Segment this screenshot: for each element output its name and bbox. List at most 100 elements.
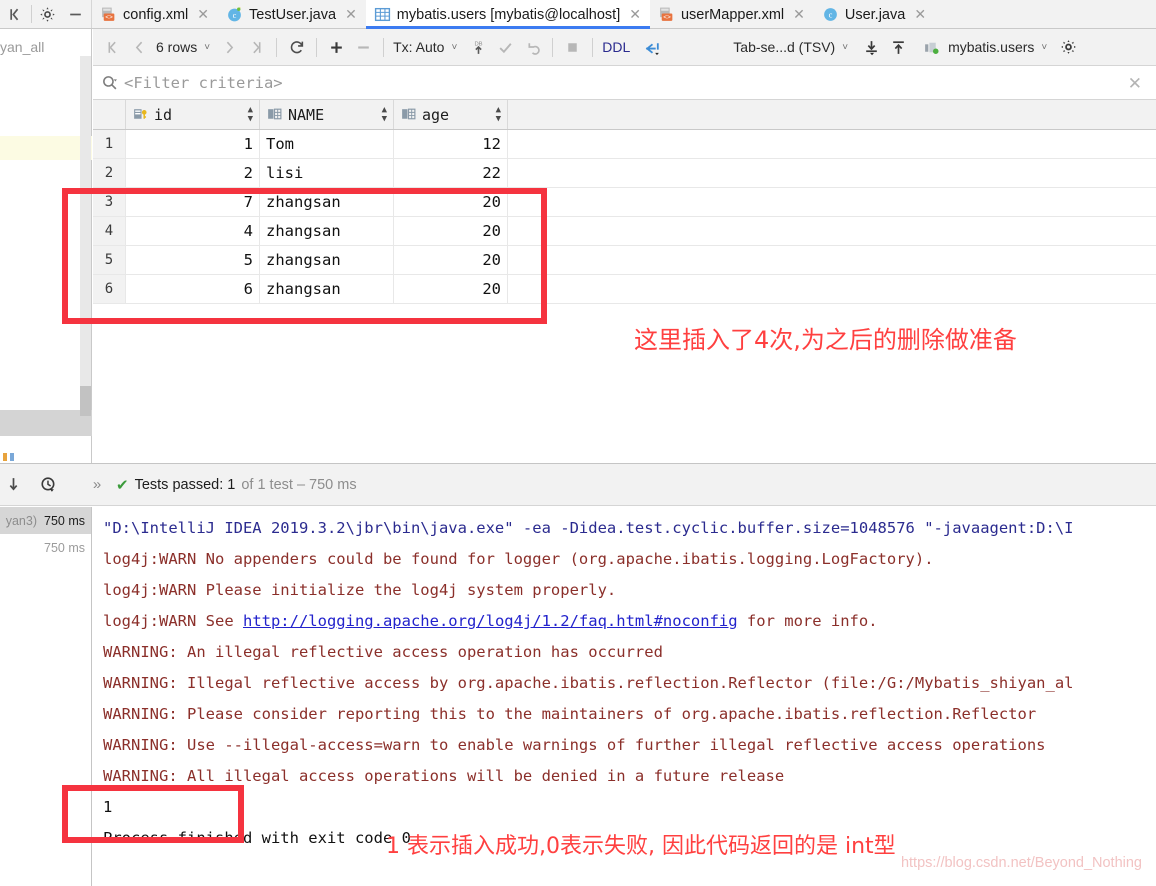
close-icon[interactable]: ✕ bbox=[345, 6, 357, 23]
refresh-icon[interactable] bbox=[283, 33, 310, 61]
minus-icon[interactable] bbox=[350, 33, 377, 61]
download-icon[interactable] bbox=[858, 33, 885, 61]
cell-age[interactable]: 12 bbox=[394, 130, 508, 158]
window-left-controls bbox=[0, 0, 92, 28]
editor-tabs: <> config.xml ✕ c TestUser.java ✕ mybati… bbox=[92, 0, 935, 29]
chevron-down-icon[interactable]: ˅ bbox=[204, 42, 210, 53]
schema-label[interactable]: mybatis.users bbox=[945, 39, 1037, 55]
annotation-box-rows bbox=[62, 188, 547, 324]
rerun-icon[interactable] bbox=[0, 471, 27, 499]
close-icon[interactable]: ✕ bbox=[629, 6, 641, 23]
cell-name[interactable]: lisi bbox=[260, 159, 394, 187]
sort-arrows-icon[interactable]: ▲ ▼ bbox=[248, 105, 253, 124]
row-count-label[interactable]: 6 rows bbox=[153, 39, 200, 55]
column-header-name[interactable]: NAME ▲ ▼ bbox=[260, 100, 394, 129]
console-line-prefix: log4j:WARN See bbox=[103, 612, 243, 630]
goto-icon[interactable] bbox=[639, 33, 666, 61]
cell-id[interactable]: 2 bbox=[126, 159, 260, 187]
divider bbox=[592, 37, 594, 57]
close-icon[interactable]: ✕ bbox=[793, 6, 805, 23]
close-icon[interactable]: ✕ bbox=[914, 6, 926, 23]
row-number: 1 bbox=[93, 130, 126, 158]
cell-age[interactable]: 22 bbox=[394, 159, 508, 187]
history-clock-icon[interactable] bbox=[35, 471, 62, 499]
filter-input-placeholder[interactable]: <Filter criteria> bbox=[124, 74, 283, 92]
commit-check-icon[interactable] bbox=[492, 33, 519, 61]
ddl-button[interactable]: DDL bbox=[599, 39, 633, 55]
chevron-down-icon[interactable]: ˅ bbox=[1041, 42, 1047, 53]
scrollbar-thumb[interactable] bbox=[80, 386, 91, 416]
divider bbox=[316, 37, 318, 57]
column-header-label: NAME bbox=[288, 105, 325, 124]
stop-icon[interactable] bbox=[559, 33, 586, 61]
plus-icon[interactable] bbox=[323, 33, 350, 61]
test-status: ✔ Tests passed: 1 of 1 test – 750 ms bbox=[116, 476, 357, 494]
next-page-button[interactable] bbox=[216, 33, 243, 61]
close-icon[interactable]: ✕ bbox=[197, 6, 209, 23]
column-header-label: id bbox=[154, 105, 173, 124]
db-upload-icon[interactable]: DB bbox=[465, 33, 492, 61]
console-line: WARNING: An illegal reflective access op… bbox=[103, 643, 663, 661]
grid-header-row: id ▲ ▼ NAME ▲ ▼ age ▲ ▼ bbox=[93, 100, 1156, 130]
table-row[interactable]: 1 1 Tom 12 bbox=[93, 130, 1156, 159]
status-mini-icons bbox=[3, 449, 17, 461]
column-icon bbox=[400, 106, 417, 123]
search-icon[interactable] bbox=[101, 74, 118, 91]
chevron-down-icon[interactable]: ˅ bbox=[451, 42, 457, 53]
rollback-icon[interactable] bbox=[519, 33, 546, 61]
editor-tab-usermapper-xml[interactable]: <> userMapper.xml ✕ bbox=[650, 0, 814, 29]
svg-text:<>: <> bbox=[105, 14, 113, 21]
collapse-icon[interactable] bbox=[2, 0, 30, 28]
editor-tab-mybatis-users[interactable]: mybatis.users [mybatis@localhost] ✕ bbox=[365, 0, 651, 29]
editor-tab-user-java[interactable]: c User.java ✕ bbox=[814, 0, 935, 29]
run-toolbar: » ✔ Tests passed: 1 of 1 test – 750 ms bbox=[0, 464, 1156, 506]
annotation-box-result bbox=[62, 785, 244, 843]
column-header-id[interactable]: id ▲ ▼ bbox=[126, 100, 260, 129]
chevrons-right-icon[interactable]: » bbox=[84, 471, 110, 499]
console-line: WARNING: Illegal reflective access by or… bbox=[103, 674, 1074, 692]
first-page-button[interactable] bbox=[99, 33, 126, 61]
console-line: "D:\IntelliJ IDEA 2019.3.2\jbr\bin\java.… bbox=[103, 519, 1074, 537]
prev-page-button[interactable] bbox=[126, 33, 153, 61]
log4j-faq-link[interactable]: http://logging.apache.org/log4j/1.2/faq.… bbox=[243, 612, 738, 630]
cell-name[interactable]: Tom bbox=[260, 130, 394, 158]
selected-row[interactable] bbox=[0, 410, 92, 436]
minimize-icon[interactable] bbox=[61, 0, 89, 28]
row-number-header bbox=[93, 100, 126, 129]
editor-tab-bar: <> config.xml ✕ c TestUser.java ✕ mybati… bbox=[0, 0, 1156, 29]
editor-tab-label: userMapper.xml bbox=[680, 6, 785, 23]
test-duration: 750 ms bbox=[44, 540, 85, 555]
editor-tab-config-xml[interactable]: <> config.xml ✕ bbox=[92, 0, 218, 29]
editor-tab-label: mybatis.users [mybatis@localhost] bbox=[396, 6, 621, 23]
check-green-icon: ✔ bbox=[116, 476, 129, 494]
chevron-down-icon[interactable]: ˅ bbox=[842, 42, 848, 53]
cell-id[interactable]: 1 bbox=[126, 130, 260, 158]
close-icon[interactable]: ✕ bbox=[1128, 74, 1142, 94]
test-tree-item[interactable]: yan3) 750 ms bbox=[0, 507, 91, 534]
highlighted-row[interactable] bbox=[0, 136, 92, 160]
column-icon bbox=[266, 106, 283, 123]
console-line-with-link: log4j:WARN See http://logging.apache.org… bbox=[103, 606, 1156, 637]
database-table-icon bbox=[374, 6, 391, 23]
output-format-label[interactable]: Tab-se...d (TSV) bbox=[730, 39, 838, 55]
column-header-age[interactable]: age ▲ ▼ bbox=[394, 100, 508, 129]
db-schema-icon[interactable] bbox=[918, 33, 945, 61]
upload-icon[interactable] bbox=[885, 33, 912, 61]
java-class-icon: c bbox=[226, 6, 243, 23]
sort-arrows-icon[interactable]: ▲ ▼ bbox=[496, 105, 501, 124]
editor-tab-testuser-java[interactable]: c TestUser.java ✕ bbox=[218, 0, 366, 29]
table-row[interactable]: 2 2 lisi 22 bbox=[93, 159, 1156, 188]
xml-file-icon: <> bbox=[100, 6, 117, 23]
sort-arrows-icon[interactable]: ▲ ▼ bbox=[382, 105, 387, 124]
editor-tab-label: config.xml bbox=[123, 6, 189, 23]
last-page-button[interactable] bbox=[243, 33, 270, 61]
test-tree-item[interactable]: 750 ms bbox=[0, 534, 91, 561]
editor-tab-label: TestUser.java bbox=[249, 6, 337, 23]
svg-text:c: c bbox=[828, 10, 832, 20]
console-line: WARNING: Use --illegal-access=warn to en… bbox=[103, 736, 1046, 754]
filter-bar[interactable]: <Filter criteria> ✕ bbox=[93, 66, 1156, 100]
gear-icon[interactable] bbox=[1055, 33, 1082, 61]
gear-icon[interactable] bbox=[33, 0, 61, 28]
transaction-mode-label[interactable]: Tx: Auto bbox=[390, 39, 447, 55]
svg-text:c: c bbox=[233, 10, 237, 20]
